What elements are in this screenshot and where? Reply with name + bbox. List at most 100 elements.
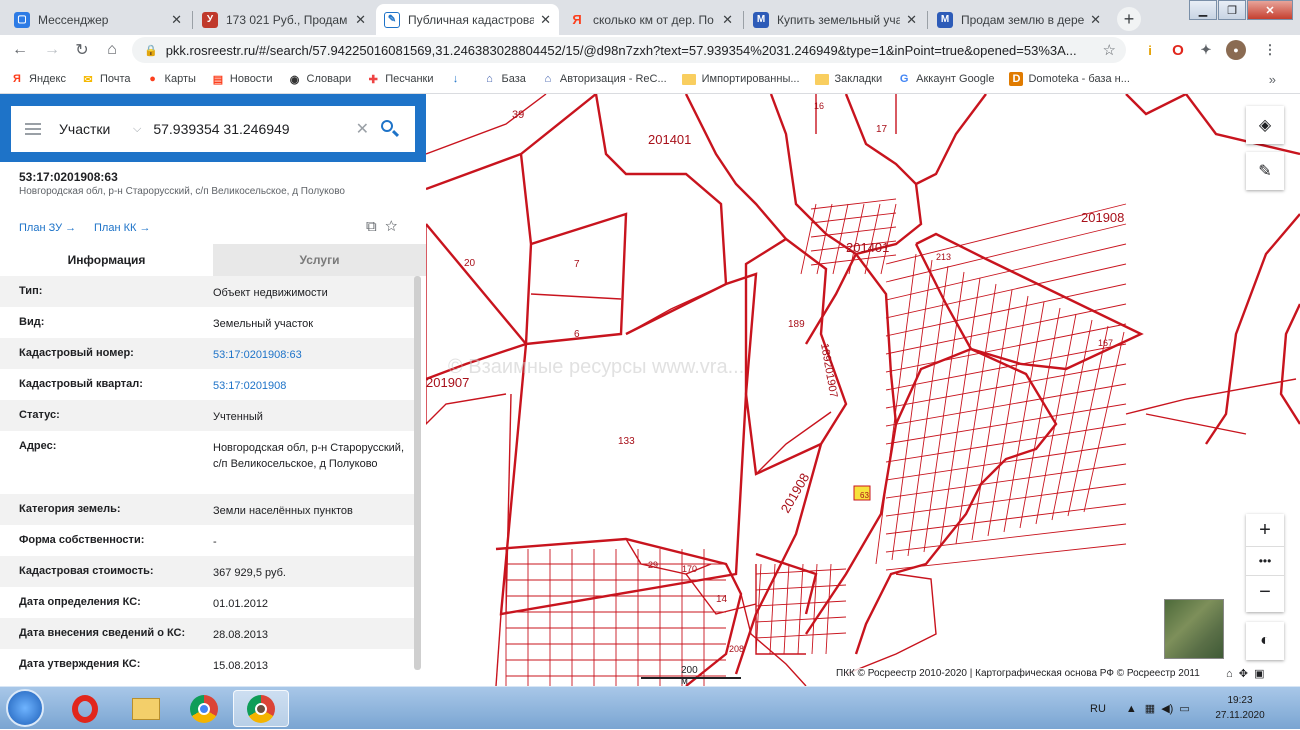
locate-icon[interactable]: ✥ [1239,668,1248,680]
bookmark-maps[interactable]: ● Карты [146,72,196,86]
measure-button[interactable]: ✎ [1246,152,1284,190]
map-label: 14 [716,594,728,605]
clock[interactable]: 19:23 27.11.2020 [1208,693,1272,723]
tab-title: Купить земельный учас [777,12,901,27]
parcel-boundary [875,253,917,565]
browser-tab-pkk[interactable]: ✎ Публичная кадастрова ✕ [376,4,559,35]
bookmark-news[interactable]: ▤ Новости [211,72,273,86]
bookmark-baza[interactable]: ⌂ База [483,72,526,86]
plan-kk-link[interactable]: План КК → [94,222,150,234]
parcel-boundary [810,198,897,210]
forward-icon[interactable]: → [40,38,64,62]
parcel-boundary [885,483,1127,517]
close-tab-icon[interactable]: ✕ [171,12,182,28]
browser-tab-buy-land[interactable]: M Купить земельный учас ✕ [745,4,925,35]
zoom-in-button[interactable]: + [1246,514,1284,546]
bookmark-star-icon[interactable]: ☆ [1103,41,1116,59]
search-icon[interactable] [379,118,401,140]
browser-menu-icon[interactable]: ⋮ [1260,40,1280,60]
bookmark-peschanki[interactable]: ✚ Песчанки [366,72,434,86]
bookmark-google-account[interactable]: G Аккаунт Google [897,72,995,86]
favorite-star-icon[interactable]: ☆ [385,218,397,235]
attribute-value[interactable]: 53:17:0201908 [213,378,413,394]
search-document-icon[interactable]: ⧉ [366,218,377,235]
attribute-row: Дата внесения сведений о КС: 28.08.2013 [0,618,418,649]
browser-toolbar: ← → ↻ ⌂ 🔒 pkk.rosreestr.ru/#/search/57.9… [0,35,1300,65]
close-tab-icon[interactable]: ✕ [1090,12,1101,28]
fullscreen-icon[interactable]: ▣ [1254,668,1264,680]
minimize-button[interactable]: ▁ [1189,0,1217,20]
menu-icon[interactable] [25,120,41,138]
more-bookmarks-icon[interactable]: » [1269,72,1276,87]
bookmark-bookmarks-folder[interactable]: Закладки [814,73,882,85]
bookmark-yandex[interactable]: Я Яндекс [10,72,66,86]
opera-extension-icon[interactable]: O [1168,40,1188,60]
cadastral-map[interactable]: 39 201401 16 17 201908 20 7 201401 213 6 189 201907… [426,94,1300,686]
browser-tab-messenger[interactable]: ▢ Мессенджер ✕ [6,4,190,35]
reload-icon[interactable]: ↻ [70,38,94,62]
parcel-boundary [1035,313,1077,525]
close-tab-icon[interactable]: ✕ [906,12,917,28]
bookmark-mail[interactable]: ✉ Почта [81,72,130,86]
bookmark-auth[interactable]: ⌂ Авторизация - ReC... [541,72,667,86]
attribute-row: Дата утверждения КС: 15.08.2013 [0,649,418,680]
close-tab-icon[interactable]: ✕ [722,12,733,28]
ruler-icon: ✎ [1258,163,1272,180]
tray-arrow-icon[interactable]: ▲ [1126,703,1137,715]
back-icon[interactable]: ← [8,38,32,62]
bookmark-imported-folder[interactable]: Импортированны... [681,73,800,85]
plan-zu-link[interactable]: План ЗУ → [19,222,76,234]
map-watermark: © Взаимные ресурсы www.vra... [448,356,745,378]
panel-scrollbar[interactable] [414,276,421,670]
parcel-info-panel: Участки ⌵ 57.939354 31.246949 ✕ 53:17:02… [0,94,426,686]
bookmark-domoteka[interactable]: D Domoteka - база н... [1009,72,1130,86]
tab-information[interactable]: Информация [0,244,213,276]
bookmark-dictionary[interactable]: ◉ Словари [288,72,352,86]
clear-icon[interactable]: ✕ [356,119,369,139]
close-tab-icon[interactable]: ✕ [540,12,551,28]
attribute-row: Тип: Объект недвижимости [0,276,418,307]
tab-services[interactable]: Услуги [213,244,426,276]
search-input[interactable]: 57.939354 31.246949 [153,121,355,137]
parcel-boundary [885,343,1127,391]
zoom-more-button[interactable]: ••• [1246,546,1284,576]
start-button[interactable] [6,689,44,727]
network-icon[interactable]: ▦ [1145,702,1155,715]
close-window-button[interactable]: ✕ [1247,0,1293,20]
maximize-button[interactable]: ❐ [1218,0,1246,20]
parcel-boundary [769,563,776,655]
zoom-out-button[interactable]: − [1246,576,1284,608]
attribute-value[interactable]: 53:17:0201908:63 [213,347,413,363]
close-tab-icon[interactable]: ✕ [355,12,366,28]
home-icon[interactable]: ⌂ [1226,668,1233,680]
chevron-down-icon[interactable]: ⌵ [133,123,141,136]
browser-tab-avito[interactable]: У 173 021 Руб., Продам у ✕ [194,4,374,35]
map-label: 189 [788,319,805,330]
new-tab-button[interactable]: + [1117,7,1141,31]
search-type-select[interactable]: Участки [59,121,133,137]
bookmark-download[interactable]: ↓ [449,72,468,86]
tab-title: 173 021 Руб., Продам у [226,12,350,27]
layers-button[interactable]: ◈ [1246,106,1284,144]
basemap-switcher[interactable] [1164,599,1224,659]
action-center-icon[interactable]: ▭ [1179,702,1189,715]
taskbar-chrome-profile[interactable] [233,690,289,727]
profile-avatar[interactable]: ● [1226,40,1246,60]
compass-button[interactable]: ◐ [1246,622,1284,660]
language-indicator[interactable]: RU [1090,703,1106,715]
taskbar-chrome[interactable] [176,690,232,727]
browser-tab-sell-land[interactable]: M Продам землю в дерев ✕ [929,4,1109,35]
extensions-puzzle-icon[interactable]: ✦ [1196,40,1216,60]
info-extension-icon[interactable]: i [1140,40,1160,60]
parcel-boundary [755,616,847,623]
volume-icon[interactable]: ◀) [1161,702,1173,715]
taskbar-opera[interactable] [57,690,113,727]
parcel-boundary [800,203,817,275]
taskbar-explorer[interactable] [118,690,174,727]
address-bar[interactable]: 🔒 pkk.rosreestr.ru/#/search/57.942250160… [132,37,1126,63]
map-attribution: ПКК © Росреестр 2010-2020 | Картографиче… [836,668,1200,679]
browser-tab-yandex[interactable]: Я сколько км от дер. По ✕ [561,4,741,35]
compass-icon: ◐ [1260,632,1270,649]
attribute-key: Категория земель: [19,503,121,515]
home-icon[interactable]: ⌂ [100,38,124,62]
